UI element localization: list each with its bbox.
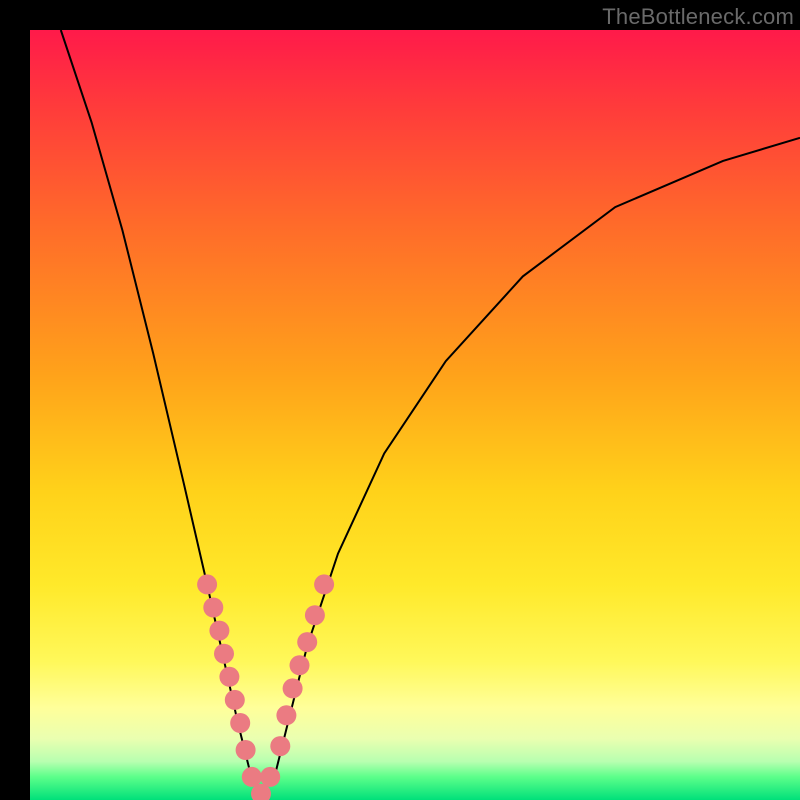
curve-marker bbox=[283, 678, 303, 698]
curve-marker bbox=[297, 632, 317, 652]
chart-stage: TheBottleneck.com bbox=[0, 0, 800, 800]
curve-marker bbox=[242, 767, 262, 787]
curve-marker bbox=[270, 736, 290, 756]
curve-marker bbox=[219, 667, 239, 687]
watermark-text: TheBottleneck.com bbox=[602, 4, 794, 30]
curve-marker bbox=[230, 713, 250, 733]
chart-overlay bbox=[30, 30, 800, 800]
bottleneck-curve bbox=[61, 30, 800, 796]
curve-marker bbox=[214, 644, 234, 664]
curve-marker bbox=[276, 705, 296, 725]
curve-marker bbox=[260, 767, 280, 787]
curve-marker bbox=[209, 621, 229, 641]
marker-group bbox=[197, 574, 334, 800]
curve-marker bbox=[203, 598, 223, 618]
curve-marker bbox=[290, 655, 310, 675]
curve-marker bbox=[197, 574, 217, 594]
curve-marker bbox=[314, 574, 334, 594]
curve-marker bbox=[236, 740, 256, 760]
curve-marker bbox=[225, 690, 245, 710]
curve-marker bbox=[305, 605, 325, 625]
